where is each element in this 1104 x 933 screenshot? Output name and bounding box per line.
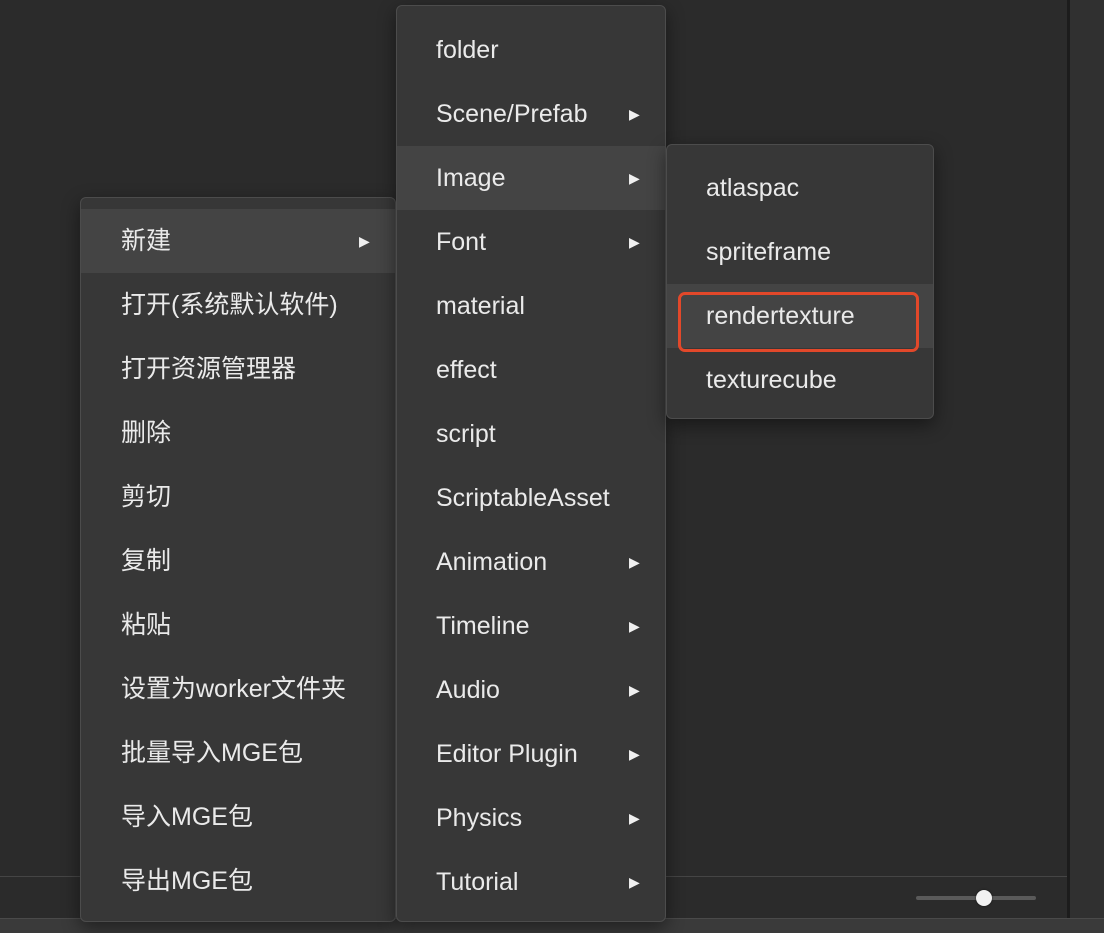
menu-item-label: Audio (436, 676, 500, 704)
menu-item-script[interactable]: script (397, 402, 665, 466)
zoom-slider[interactable] (916, 888, 1036, 908)
menu-item-label: Image (436, 164, 506, 192)
menu-item-label: 删除 (121, 419, 172, 447)
menu-item-label: Animation (436, 548, 548, 576)
context-menu: 新建 ▶ 打开(系统默认软件) 打开资源管理器 删除 剪切 复制 粘贴 设置为w… (80, 197, 396, 922)
menu-item-batch-import-mge[interactable]: 批量导入MGE包 (81, 721, 395, 785)
menu-item-set-worker-folder[interactable]: 设置为worker文件夹 (81, 657, 395, 721)
submenu-arrow-icon: ▶ (629, 746, 640, 762)
right-panel (1070, 0, 1104, 920)
menu-item-label: 批量导入MGE包 (121, 739, 303, 767)
menu-item-label: material (436, 292, 525, 320)
menu-item-label: 设置为worker文件夹 (121, 675, 347, 703)
image-submenu: atlaspac spriteframe rendertexture textu… (666, 144, 934, 419)
menu-item-open-default[interactable]: 打开(系统默认软件) (81, 273, 395, 337)
menu-item-label: Timeline (436, 612, 530, 640)
menu-item-label: 复制 (121, 547, 172, 575)
menu-item-label: Tutorial (436, 868, 519, 896)
menu-item-label: rendertexture (706, 302, 855, 330)
submenu-arrow-icon: ▶ (629, 810, 640, 826)
menu-item-label: Font (436, 228, 487, 256)
submenu-arrow-icon: ▶ (359, 233, 370, 249)
menu-item-copy[interactable]: 复制 (81, 529, 395, 593)
menu-item-label: spriteframe (706, 238, 832, 266)
menu-item-editor-plugin[interactable]: Editor Plugin ▶ (397, 722, 665, 786)
new-submenu: folder Scene/Prefab ▶ Image ▶ Font ▶ mat… (396, 5, 666, 922)
menu-item-tutorial[interactable]: Tutorial ▶ (397, 850, 665, 914)
submenu-arrow-icon: ▶ (629, 554, 640, 570)
menu-item-open-explorer[interactable]: 打开资源管理器 (81, 337, 395, 401)
menu-item-texturecube[interactable]: texturecube (667, 348, 933, 412)
menu-item-label: 新建 (121, 227, 172, 255)
menu-item-label: atlaspac (706, 174, 800, 202)
menu-item-label: 打开资源管理器 (121, 355, 297, 383)
menu-item-label: effect (436, 356, 497, 384)
menu-item-label: 导入MGE包 (121, 803, 253, 831)
menu-item-label: Scene/Prefab (436, 100, 588, 128)
menu-item-label: Editor Plugin (436, 740, 578, 768)
menu-item-label: ScriptableAsset (436, 484, 610, 512)
menu-item-animation[interactable]: Animation ▶ (397, 530, 665, 594)
zoom-slider-thumb[interactable] (976, 890, 992, 906)
menu-item-spriteframe[interactable]: spriteframe (667, 220, 933, 284)
submenu-arrow-icon: ▶ (629, 874, 640, 890)
menu-item-folder[interactable]: folder (397, 18, 665, 82)
menu-item-import-mge[interactable]: 导入MGE包 (81, 785, 395, 849)
submenu-arrow-icon: ▶ (629, 170, 640, 186)
menu-item-paste[interactable]: 粘贴 (81, 593, 395, 657)
menu-item-font[interactable]: Font ▶ (397, 210, 665, 274)
menu-item-rendertexture[interactable]: rendertexture (667, 284, 933, 348)
submenu-arrow-icon: ▶ (629, 234, 640, 250)
menu-item-label: Physics (436, 804, 523, 832)
menu-item-label: 打开(系统默认软件) (121, 291, 338, 319)
menu-item-atlaspac[interactable]: atlaspac (667, 156, 933, 220)
menu-item-export-mge[interactable]: 导出MGE包 (81, 849, 395, 913)
menu-item-label: texturecube (706, 366, 837, 394)
submenu-arrow-icon: ▶ (629, 106, 640, 122)
menu-item-material[interactable]: material (397, 274, 665, 338)
menu-item-image[interactable]: Image ▶ (397, 146, 665, 210)
menu-item-audio[interactable]: Audio ▶ (397, 658, 665, 722)
menu-item-cut[interactable]: 剪切 (81, 465, 395, 529)
menu-item-label: 导出MGE包 (121, 867, 253, 895)
submenu-arrow-icon: ▶ (629, 682, 640, 698)
menu-item-scene-prefab[interactable]: Scene/Prefab ▶ (397, 82, 665, 146)
menu-item-timeline[interactable]: Timeline ▶ (397, 594, 665, 658)
menu-item-label: script (436, 420, 496, 448)
menu-item-effect[interactable]: effect (397, 338, 665, 402)
menu-item-label: 粘贴 (121, 611, 172, 639)
menu-item-physics[interactable]: Physics ▶ (397, 786, 665, 850)
menu-item-new[interactable]: 新建 ▶ (81, 209, 395, 273)
menu-item-label: 剪切 (121, 483, 172, 511)
submenu-arrow-icon: ▶ (629, 618, 640, 634)
menu-item-scriptable-asset[interactable]: ScriptableAsset (397, 466, 665, 530)
menu-item-label: folder (436, 36, 499, 64)
menu-item-delete[interactable]: 删除 (81, 401, 395, 465)
